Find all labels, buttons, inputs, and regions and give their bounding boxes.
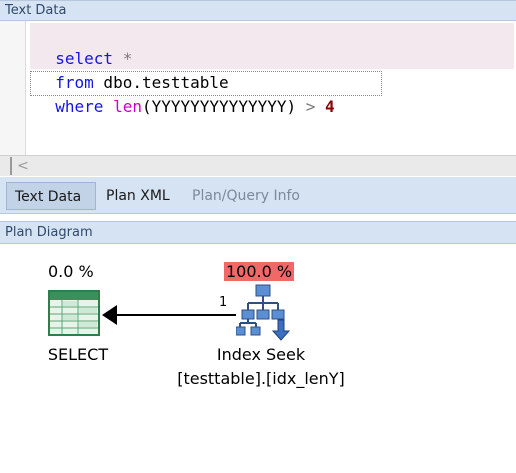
edge-row-count: 1 <box>219 295 228 310</box>
keyword-where: where <box>55 97 104 116</box>
number-literal: 4 <box>325 97 335 116</box>
index-seek-object-label: [testtable].[idx_lenY] <box>177 369 345 388</box>
code-line-3[interactable]: where len(YYYYYYYYYYYYYY) > 4 <box>36 71 335 119</box>
select-cost-label: 0.0 % <box>48 262 94 281</box>
plan-diagram-panel-header: Plan Diagram <box>0 221 516 244</box>
scroll-left-arrow-icon[interactable]: < <box>16 159 30 173</box>
scrollbar-edge <box>10 157 12 175</box>
select-operator-label: SELECT <box>47 345 109 364</box>
index-seek-operator-label: Index Seek <box>216 345 306 364</box>
function-args: (YYYYYYYYYYYYYY) <box>141 97 297 116</box>
index-seek-icon[interactable] <box>235 283 291 341</box>
tab-text-data[interactable]: Text Data <box>6 182 96 210</box>
function-len: len <box>113 97 142 116</box>
tab-plan-query-info[interactable]: Plan/Query Info <box>184 182 314 210</box>
horizontal-scrollbar[interactable] <box>0 155 516 176</box>
editor-gutter <box>0 21 26 155</box>
arrow-head-icon <box>102 305 117 325</box>
result-grid-icon[interactable] <box>48 290 100 336</box>
tab-plan-xml[interactable]: Plan XML <box>98 182 182 210</box>
index-seek-cost-label: 100.0 % <box>224 262 295 281</box>
text-data-panel-title: Text Data <box>5 3 67 18</box>
text-data-panel-header: Text Data <box>0 0 516 21</box>
plan-diagram-panel-title: Plan Diagram <box>5 225 93 240</box>
data-flow-arrow <box>112 314 236 316</box>
operator-gt: > <box>305 97 326 116</box>
